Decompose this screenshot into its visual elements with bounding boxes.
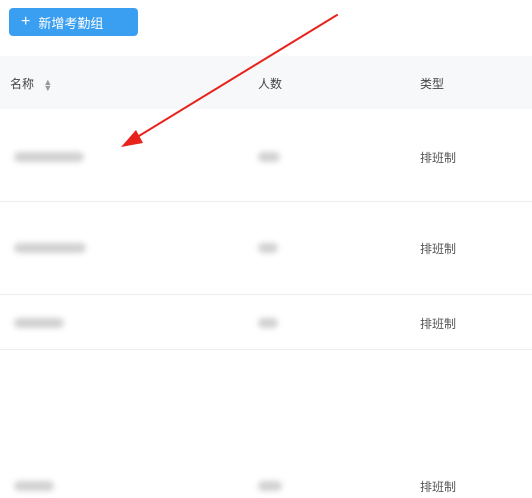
sort-icon[interactable]: ▲ ▼ — [43, 77, 52, 92]
plus-icon: + — [21, 13, 31, 30]
table-row[interactable]: 排班制 — [0, 350, 532, 498]
name-cell-redacted — [14, 317, 64, 331]
table-row[interactable]: 排班制 — [0, 202, 532, 295]
count-cell-redacted — [258, 480, 282, 494]
type-cell: 排班制 — [420, 151, 457, 165]
column-header-name-label: 名称 — [10, 77, 35, 91]
type-cell: 排班制 — [420, 480, 457, 494]
add-button-label: 新增考勤组 — [38, 15, 104, 31]
column-header-count: 人数 — [258, 77, 283, 91]
add-attendance-group-button[interactable]: + 新增考勤组 — [9, 8, 138, 36]
table-row[interactable]: 排班制 — [0, 109, 532, 202]
column-header-type: 类型 — [420, 77, 445, 91]
type-cell: 排班制 — [420, 317, 457, 331]
table-row[interactable]: 排班制 — [0, 295, 532, 350]
name-cell-redacted — [14, 242, 86, 256]
table-header: 名称 ▲ ▼ 人数 类型 — [0, 56, 532, 109]
column-header-name[interactable]: 名称 ▲ ▼ — [10, 75, 52, 92]
count-cell-redacted — [258, 317, 278, 331]
count-cell-redacted — [258, 151, 280, 165]
count-cell-redacted — [258, 242, 278, 256]
name-cell-redacted — [14, 480, 54, 494]
type-cell: 排班制 — [420, 242, 457, 256]
name-cell-redacted — [14, 151, 84, 165]
attendance-group-table: 名称 ▲ ▼ 人数 类型 排班制 排班制 排班制 排班制 — [0, 56, 532, 498]
